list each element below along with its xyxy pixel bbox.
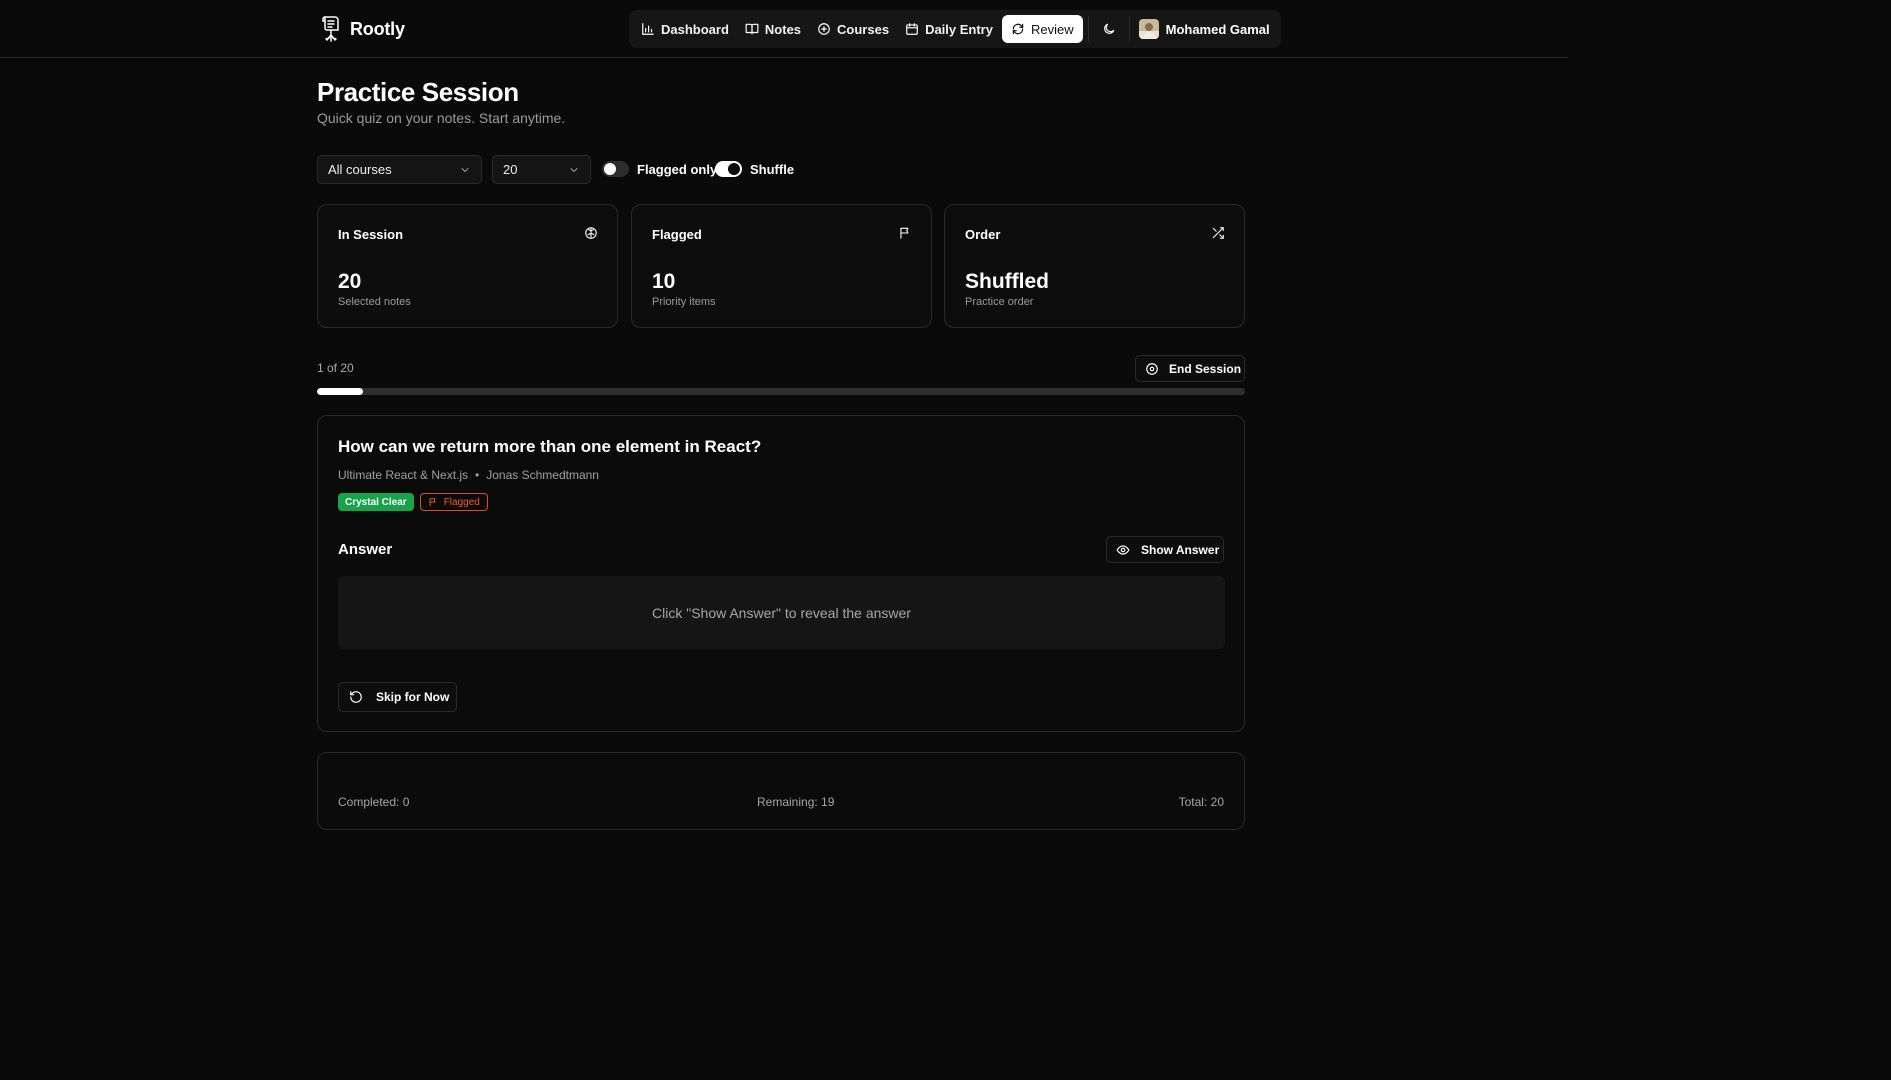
nav-notes[interactable]: Notes	[738, 15, 808, 43]
meta-separator: •	[475, 468, 480, 482]
stat-card-in-session: In Session 20 Selected notes	[317, 204, 618, 328]
page-title: Practice Session	[317, 77, 519, 107]
user-menu[interactable]: Mohamed Gamal	[1135, 19, 1276, 39]
page-subtitle: Quick quiz on your notes. Start anytime.	[317, 110, 566, 126]
count-select[interactable]: 20	[492, 155, 591, 184]
session-summary: Completed: 0 Remaining: 19 Total: 20	[317, 752, 1245, 830]
flagged-badge-label: Flagged	[443, 496, 480, 508]
shuffle-icon	[1211, 226, 1225, 240]
stat-label: Flagged	[652, 227, 702, 242]
shuffle-label: Shuffle	[750, 161, 795, 177]
progress-bar	[317, 388, 1245, 395]
flag-icon	[898, 226, 912, 240]
shuffle-toggle[interactable]	[715, 161, 742, 177]
stat-value: 10	[652, 270, 676, 293]
flagged-only-toggle-group: Flagged only	[602, 161, 717, 177]
course-name: Ultimate React & Next.js	[338, 468, 469, 482]
stat-card-flagged: Flagged 10 Priority items	[631, 204, 932, 328]
nav-courses-label: Courses	[837, 21, 890, 37]
main-nav: Dashboard Notes Courses Daily Entry Revi…	[629, 10, 1281, 48]
stat-caption: Priority items	[652, 296, 716, 308]
remaining-count: Remaining: 19	[757, 795, 835, 809]
count-select-value: 20	[503, 162, 518, 177]
moon-icon	[1102, 22, 1116, 36]
end-session-label: End Session	[1169, 361, 1242, 376]
flagged-badge: Flagged	[419, 493, 488, 511]
scroll-tree-logo-icon	[320, 15, 342, 43]
nav-dashboard-label: Dashboard	[661, 21, 729, 37]
calendar-icon	[905, 22, 919, 36]
stat-label: Order	[965, 227, 1001, 242]
app-name: Rootly	[350, 18, 405, 39]
course-select-value: All courses	[328, 162, 392, 177]
flag-icon	[428, 497, 438, 507]
skip-label: Skip for Now	[376, 690, 450, 704]
shuffle-toggle-group: Shuffle	[715, 161, 794, 177]
theme-toggle-button[interactable]	[1094, 15, 1124, 43]
instructor-name: Jonas Schmedtmann	[486, 468, 599, 482]
brand[interactable]: Rootly	[320, 15, 405, 43]
bar-chart-icon	[641, 22, 655, 36]
refresh-icon	[1011, 22, 1025, 36]
avatar	[1138, 19, 1159, 39]
show-answer-label: Show Answer	[1141, 542, 1220, 557]
stat-value: Shuffled	[965, 270, 1049, 293]
stat-value: 20	[338, 270, 362, 293]
brain-icon	[584, 226, 598, 240]
book-open-icon	[745, 22, 759, 36]
chevron-down-icon	[459, 164, 471, 176]
total-count: Total: 20	[1178, 795, 1224, 809]
user-name: Mohamed Gamal	[1165, 21, 1270, 37]
answer-heading: Answer	[338, 541, 393, 558]
clarity-badge: Crystal Clear	[338, 493, 414, 511]
answer-placeholder: Click "Show Answer" to reveal the answer	[652, 604, 911, 621]
nav-review-label: Review	[1030, 21, 1074, 37]
plus-circle-icon	[817, 22, 831, 36]
question-meta: Ultimate React & Next.js • Jonas Schmedt…	[338, 468, 599, 482]
skip-button[interactable]: Skip for Now	[338, 682, 457, 712]
nav-courses[interactable]: Courses	[810, 15, 896, 43]
question-title: How can we return more than one element …	[338, 437, 762, 456]
nav-dashboard[interactable]: Dashboard	[634, 15, 736, 43]
completed-count: Completed: 0	[338, 795, 410, 809]
question-card: How can we return more than one element …	[317, 415, 1245, 732]
stat-caption: Selected notes	[338, 296, 411, 308]
end-session-button[interactable]: End Session	[1135, 355, 1245, 382]
answer-placeholder-box: Click "Show Answer" to reveal the answer	[338, 576, 1225, 649]
flagged-only-label: Flagged only	[637, 161, 718, 177]
eye-icon	[1116, 543, 1130, 557]
nav-review[interactable]: Review	[1001, 15, 1083, 43]
flagged-only-toggle[interactable]	[602, 161, 629, 177]
course-select[interactable]: All courses	[317, 155, 482, 184]
progress-text: 1 of 20	[317, 361, 354, 375]
question-badges: Crystal Clear Flagged	[338, 493, 488, 511]
chevron-down-icon	[568, 164, 580, 176]
show-answer-button[interactable]: Show Answer	[1106, 536, 1224, 563]
stat-card-order: Order Shuffled Practice order	[944, 204, 1245, 328]
nav-daily-entry-label: Daily Entry	[925, 21, 993, 37]
rotate-ccw-icon	[349, 690, 363, 704]
top-bar: Rootly Dashboard Notes Courses Daily Ent…	[0, 0, 1568, 58]
progress-bar-fill	[317, 388, 364, 395]
nav-notes-label: Notes	[764, 21, 802, 37]
nav-daily-entry[interactable]: Daily Entry	[898, 15, 1000, 43]
stat-label: In Session	[338, 227, 404, 242]
stat-caption: Practice order	[965, 296, 1034, 308]
stop-circle-icon	[1145, 362, 1159, 376]
nav-divider	[1128, 16, 1130, 42]
nav-divider	[1087, 16, 1089, 42]
